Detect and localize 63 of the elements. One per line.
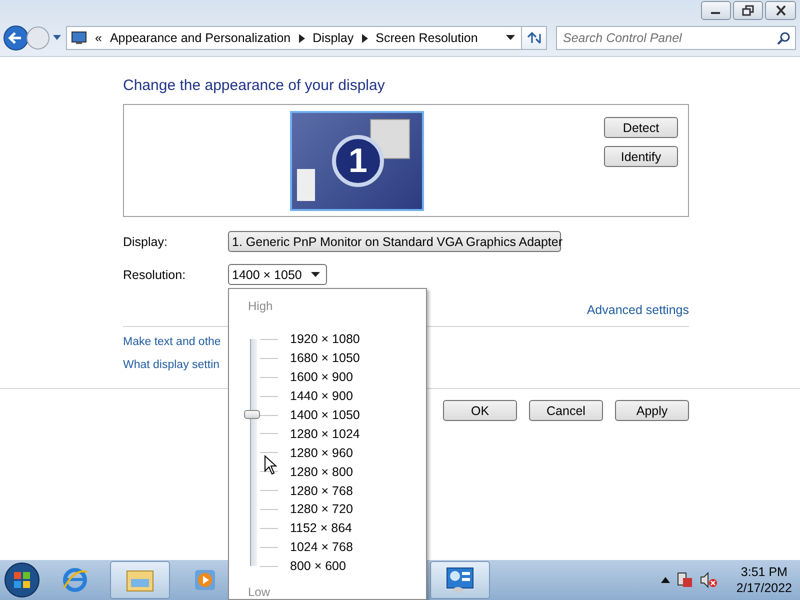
resolution-option[interactable]: 1280 × 1024	[290, 426, 360, 441]
back-button[interactable]	[3, 25, 29, 51]
dropdown-arrow-icon	[311, 272, 320, 278]
high-label: High	[248, 299, 274, 313]
start-button[interactable]	[4, 562, 40, 598]
minimize-button[interactable]	[701, 1, 731, 20]
clock-date[interactable]: 2/17/2022	[736, 581, 792, 595]
slider-thumb[interactable]	[244, 410, 260, 419]
resolution-dropdown[interactable]: 1400 × 1050	[228, 264, 327, 285]
resolution-option[interactable]: 1400 × 1050	[290, 408, 360, 422]
restore-button[interactable]	[733, 1, 763, 20]
dialog-button[interactable]: Apply	[615, 400, 689, 421]
close-icon	[774, 5, 786, 16]
monitor-tile[interactable]: 1	[290, 111, 424, 211]
globe-icon	[61, 566, 89, 594]
help-link[interactable]: Make text and othe	[123, 336, 221, 348]
taskbar-app-button[interactable]	[430, 561, 490, 599]
resolution-option[interactable]: 800 × 600	[290, 559, 346, 574]
breadcrumb[interactable]: Display	[312, 31, 354, 45]
resolution-option[interactable]: 1280 × 800	[290, 464, 353, 479]
help-link[interactable]: What display settin	[123, 359, 220, 371]
dropdown-arrow-icon[interactable]	[506, 35, 515, 41]
display-label: Display:	[123, 234, 168, 248]
monitor-icon	[71, 31, 87, 45]
resolution-option[interactable]: 1920 × 1080	[290, 332, 360, 346]
chevron-right-icon[interactable]	[298, 34, 305, 42]
monitor-button[interactable]: Detect	[604, 117, 678, 138]
breadcrumb[interactable]: Screen Resolution	[376, 31, 478, 45]
close-button[interactable]	[765, 1, 796, 20]
resolution-option[interactable]: 1024 × 768	[290, 540, 353, 554]
dialog-button[interactable]: Cancel	[529, 400, 603, 421]
start-menu-thumbnail-drawing	[297, 169, 315, 201]
resolution-option[interactable]: 1680 × 1050	[290, 351, 360, 366]
resolution-option[interactable]: 1152 × 864	[290, 521, 352, 536]
chevron-right-icon[interactable]	[362, 34, 368, 42]
monitor-button[interactable]: Identify	[604, 146, 678, 167]
breadcrumb[interactable]: Appearance and Personalization	[110, 31, 291, 45]
search-icon[interactable]	[777, 32, 790, 45]
resolution-label: Resolution:	[123, 268, 187, 282]
search-field[interactable]: Search Control Panel	[556, 26, 796, 50]
resolution-option[interactable]: 1280 × 720	[290, 502, 353, 516]
show-hidden-icons-arrow[interactable]	[661, 577, 670, 583]
clock-time[interactable]: 3:51 PM	[740, 565, 788, 579]
page-heading: Change the appearance of your display	[123, 77, 386, 94]
low-label: Low	[248, 584, 272, 599]
refresh-button[interactable]	[522, 26, 547, 50]
advanced-settings-link[interactable]: Advanced settings	[586, 303, 689, 317]
volume-muted-icon[interactable]	[700, 571, 718, 589]
play-icon	[192, 567, 218, 593]
restore-icon	[742, 5, 754, 16]
network-icon[interactable]	[676, 571, 694, 589]
address-bar[interactable]: « Appearance and Personalization Display Screen Resolution	[66, 26, 522, 50]
resolution-option[interactable]: 1280 × 960	[290, 446, 353, 460]
dialog-button[interactable]: OK	[443, 400, 517, 421]
resolution-option[interactable]: 1600 × 900	[290, 370, 353, 384]
display-dropdown[interactable]: 1. Generic PnP Monitor on Standard VGA Graphics Adapter	[228, 231, 561, 252]
resolution-option[interactable]: 1440 × 900	[290, 389, 353, 404]
monitor-number: 1	[332, 135, 384, 187]
control-panel-icon	[445, 566, 475, 594]
resolution-option[interactable]: 1280 × 768	[290, 484, 353, 498]
refresh-icon	[526, 31, 542, 45]
overflow-chevron[interactable]: «	[95, 31, 102, 45]
mouse-cursor-icon	[264, 455, 277, 475]
